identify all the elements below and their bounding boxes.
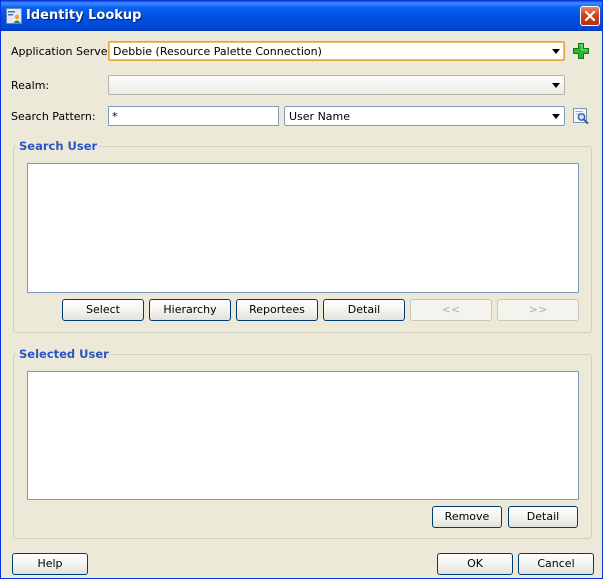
selected-detail-button[interactable]: Detail xyxy=(508,506,578,528)
close-button[interactable] xyxy=(580,6,600,26)
chevron-down-icon xyxy=(552,49,560,54)
search-pattern-input[interactable] xyxy=(109,107,278,125)
ok-button[interactable]: OK xyxy=(437,553,513,575)
search-user-title: Search User xyxy=(17,139,100,153)
realm-select[interactable] xyxy=(108,75,565,95)
search-icon[interactable] xyxy=(572,107,590,128)
app-server-select[interactable]: Debbie (Resource Palette Connection) xyxy=(108,41,565,61)
search-by-select[interactable]: User Name xyxy=(284,106,565,126)
chevron-down-icon xyxy=(552,83,560,88)
search-by-value: User Name xyxy=(289,110,351,123)
realm-label: Realm: xyxy=(11,79,50,92)
remove-button[interactable]: Remove xyxy=(432,506,502,528)
selected-user-title: Selected User xyxy=(17,347,111,361)
close-icon xyxy=(584,10,596,22)
app-server-label: Application Server: xyxy=(11,45,116,58)
title-bar[interactable]: Identity Lookup xyxy=(1,1,602,31)
cancel-button[interactable]: Cancel xyxy=(518,553,594,575)
reportees-button[interactable]: Reportees xyxy=(236,299,318,321)
identity-lookup-dialog: Identity Lookup Application Server: Debb… xyxy=(0,0,603,579)
dialog-title: Identity Lookup xyxy=(26,8,142,23)
next-page-button[interactable]: >> xyxy=(497,299,579,321)
search-user-list[interactable] xyxy=(27,163,579,293)
search-detail-button[interactable]: Detail xyxy=(323,299,405,321)
chevron-down-icon xyxy=(552,114,560,119)
search-pattern-label: Search Pattern: xyxy=(11,110,96,123)
previous-page-button[interactable]: << xyxy=(410,299,492,321)
identity-lookup-icon xyxy=(6,8,22,24)
selected-user-list[interactable] xyxy=(27,371,579,500)
select-button[interactable]: Select xyxy=(62,299,144,321)
add-connection-icon[interactable] xyxy=(572,42,590,63)
search-pattern-field[interactable] xyxy=(108,106,279,126)
app-server-value: Debbie (Resource Palette Connection) xyxy=(113,45,322,58)
help-button[interactable]: Help xyxy=(12,553,88,575)
hierarchy-button[interactable]: Hierarchy xyxy=(149,299,231,321)
